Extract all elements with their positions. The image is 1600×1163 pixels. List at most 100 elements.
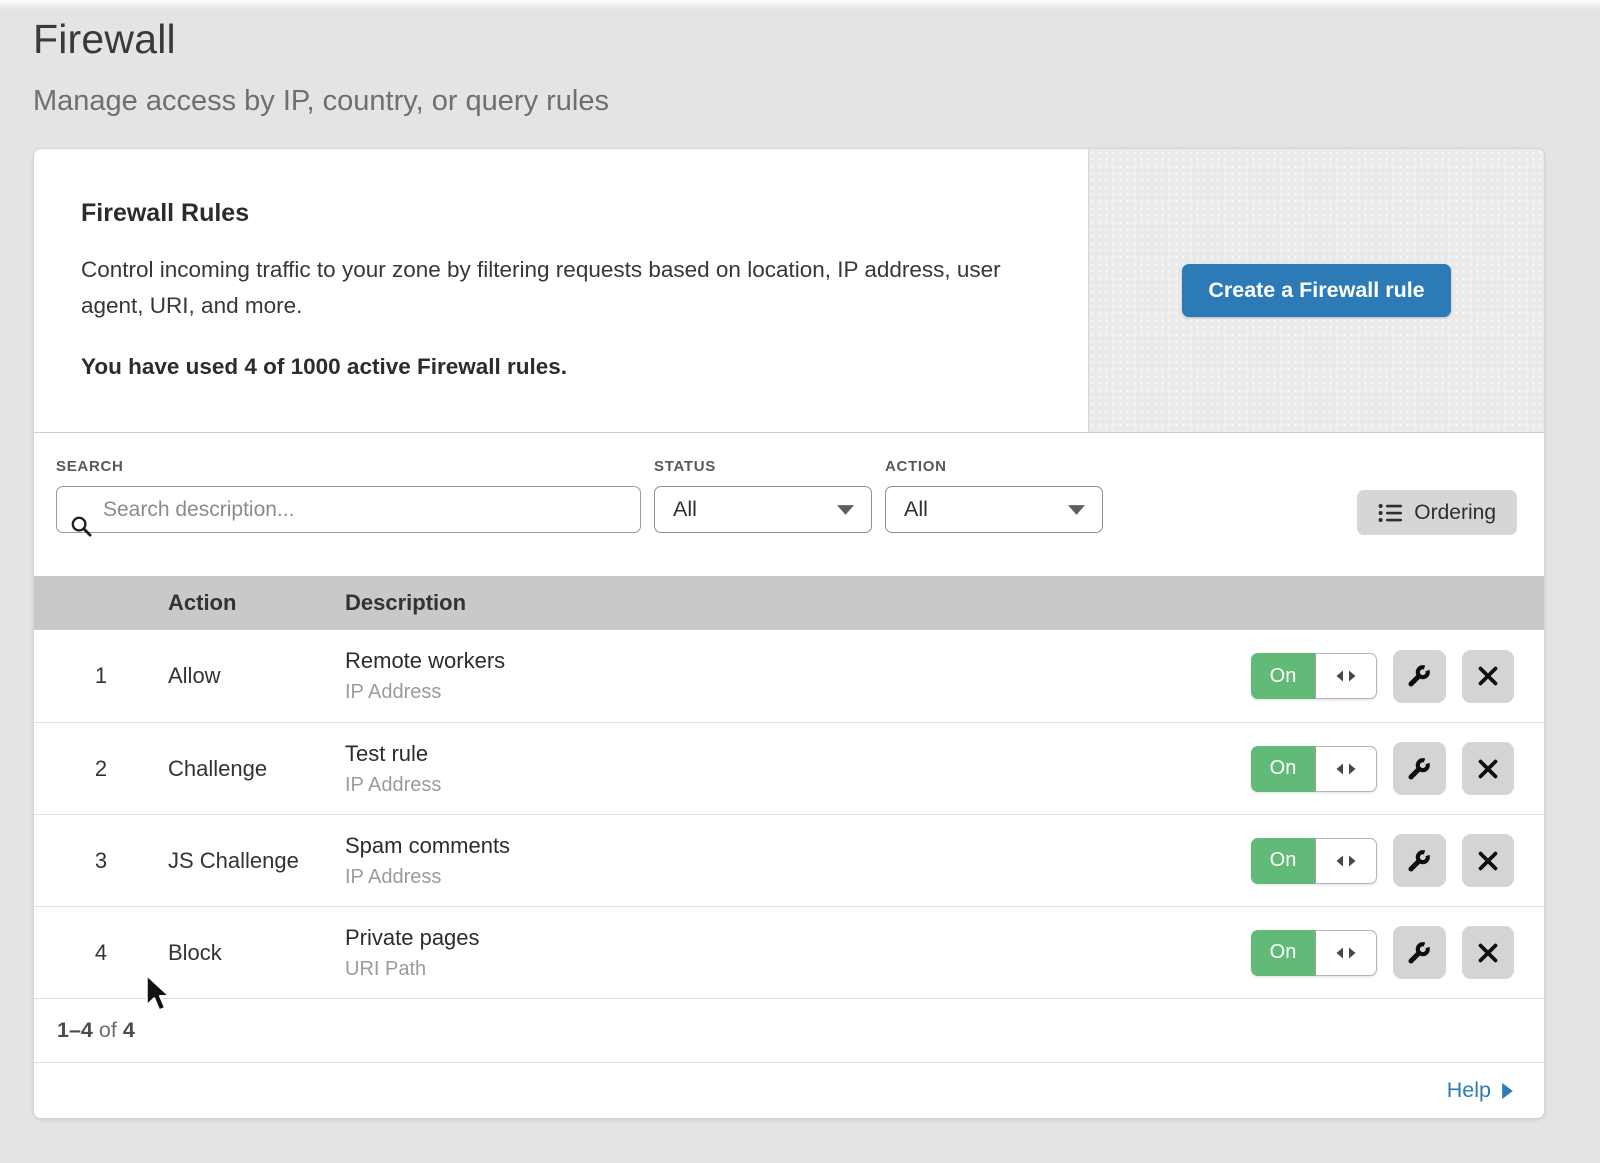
toggle-drag-handle[interactable] [1315,930,1377,976]
action-label: ACTION [885,458,1103,475]
toggle-on-segment[interactable]: On [1251,746,1315,792]
rule-action: Challenge [168,756,345,782]
chevron-down-icon [837,505,854,515]
filters-bar: SEARCH STATUS All ACTION All [34,433,1544,576]
intro-side-panel: Create a Firewall rule [1088,149,1544,432]
toggle-drag-handle[interactable] [1315,653,1377,699]
edit-rule-button[interactable] [1393,926,1446,979]
pagination-bar: 1–4 of 4 [34,998,1544,1062]
rule-priority: 3 [34,848,168,874]
rule-row: 1 Allow Remote workers IP Address On [34,630,1544,722]
search-label: SEARCH [56,458,641,475]
close-icon [1477,850,1499,872]
delete-rule-button[interactable] [1462,742,1515,795]
toggle-arrows-icon [1336,855,1356,867]
ordering-button-label: Ordering [1414,501,1496,525]
close-icon [1477,758,1499,780]
rule-description: Test rule [345,741,1251,767]
status-label: STATUS [654,458,872,475]
rule-description-cell: Remote workers IP Address [345,648,1251,704]
toggle-drag-handle[interactable] [1315,838,1377,884]
section-heading: Firewall Rules [81,199,1028,228]
rule-status-toggle[interactable]: On [1251,746,1377,792]
close-icon [1477,942,1499,964]
rule-description: Remote workers [345,648,1251,674]
search-icon [70,515,93,538]
edit-rule-button[interactable] [1393,650,1446,703]
delete-rule-button[interactable] [1462,926,1515,979]
rule-controls: On [1251,834,1544,887]
toggle-on-segment[interactable]: On [1251,930,1315,976]
edit-rule-button[interactable] [1393,834,1446,887]
rule-row: 4 Block Private pages URI Path On [34,906,1544,998]
delete-rule-button[interactable] [1462,834,1515,887]
status-select[interactable]: All [654,486,872,533]
rule-action: Block [168,940,345,966]
ordering-button[interactable]: Ordering [1357,490,1517,535]
rules-table-body: 1 Allow Remote workers IP Address On [34,630,1544,998]
rule-field: IP Address [345,866,1251,889]
toggle-drag-handle[interactable] [1315,746,1377,792]
toggle-on-segment[interactable]: On [1251,653,1315,699]
toggle-arrows-icon [1336,947,1356,959]
help-link[interactable]: Help [1447,1078,1513,1103]
chevron-down-icon [1068,505,1085,515]
rule-priority: 1 [34,663,168,689]
usage-summary: You have used 4 of 1000 active Firewall … [81,354,1028,380]
rule-field: URI Path [345,958,1251,981]
wrench-icon [1406,663,1432,689]
rule-controls: On [1251,650,1544,703]
rule-status-toggle[interactable]: On [1251,653,1377,699]
rule-row: 2 Challenge Test rule IP Address On [34,722,1544,814]
search-filter-group: SEARCH [56,458,641,533]
rule-field: IP Address [345,774,1251,797]
rule-priority: 2 [34,756,168,782]
toggle-arrows-icon [1336,670,1356,682]
wrench-icon [1406,756,1432,782]
status-selected-value: All [673,497,697,522]
rule-action: JS Challenge [168,848,345,874]
action-selected-value: All [904,497,928,522]
action-filter-group: ACTION All [885,458,1103,533]
close-icon [1477,665,1499,687]
rule-description: Spam comments [345,833,1251,859]
description-column-header: Description [345,590,1251,616]
rule-status-toggle[interactable]: On [1251,838,1377,884]
action-column-header: Action [168,590,345,616]
page-header: Firewall Manage access by IP, country, o… [0,0,1600,118]
rule-field: IP Address [345,681,1251,704]
search-input[interactable] [56,486,641,533]
page-subtitle: Manage access by IP, country, or query r… [33,85,1600,118]
intro-text-block: Firewall Rules Control incoming traffic … [34,149,1088,432]
action-select[interactable]: All [885,486,1103,533]
section-description: Control incoming traffic to your zone by… [81,252,1028,324]
help-bar: Help [34,1062,1544,1118]
help-link-label: Help [1447,1078,1491,1103]
rule-description-cell: Spam comments IP Address [345,833,1251,889]
rule-status-toggle[interactable]: On [1251,930,1377,976]
create-firewall-rule-button[interactable]: Create a Firewall rule [1182,264,1450,317]
wrench-icon [1406,940,1432,966]
delete-rule-button[interactable] [1462,650,1515,703]
pagination-total: 4 [123,1018,135,1043]
firewall-rules-card: Firewall Rules Control incoming traffic … [33,148,1545,1119]
rule-controls: On [1251,742,1544,795]
rule-description-cell: Private pages URI Path [345,925,1251,981]
rule-row: 3 JS Challenge Spam comments IP Address … [34,814,1544,906]
rule-priority: 4 [34,940,168,966]
pagination-range: 1–4 [57,1018,93,1043]
pagination-of-label: of [99,1018,117,1043]
arrow-right-icon [1502,1083,1513,1099]
toggle-on-segment[interactable]: On [1251,838,1315,884]
rule-description: Private pages [345,925,1251,951]
table-header: Action Description [34,576,1544,630]
page-title: Firewall [33,16,1600,63]
rule-controls: On [1251,926,1544,979]
ordering-list-icon [1378,503,1402,523]
edit-rule-button[interactable] [1393,742,1446,795]
wrench-icon [1406,848,1432,874]
toggle-arrows-icon [1336,763,1356,775]
rule-description-cell: Test rule IP Address [345,741,1251,797]
status-filter-group: STATUS All [654,458,872,533]
rule-action: Allow [168,663,345,689]
